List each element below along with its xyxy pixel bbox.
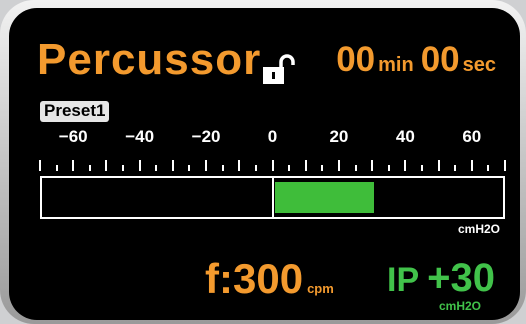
scale-tick [105,160,108,171]
frequency-unit: cpm [307,281,334,296]
scale-tick [39,160,41,171]
scale-tick [337,160,340,171]
scale-tick [221,165,224,171]
scale-tick [470,160,473,171]
timer-minutes-unit: min [378,54,414,76]
scale-tick [371,160,374,171]
scale-tick-label: 60 [462,127,482,146]
pressure-bar [40,176,505,219]
device-screen: Percussor 00 min 00 sec Preset1 −60 −40 −2… [9,8,520,320]
scale-tick [304,160,307,171]
pressure-scale: −60 −40 −20 0 20 40 60 [9,128,520,176]
scale-tick [420,165,423,171]
ip-value: +30 [427,256,495,300]
scale-tick [205,160,208,171]
scale-tick [387,165,390,171]
scale-tick [404,160,407,171]
timer-seconds: 00 [420,40,460,79]
frequency-readout: f:300 cpm [205,258,334,300]
mode-title: Percussor [37,35,262,84]
scale-tick [504,160,506,171]
scale-tick [155,165,158,171]
scale-tick-label: 20 [329,127,349,146]
pressure-bar-unit: cmH2O [457,222,500,236]
scale-tick [288,165,291,171]
scale-tick [171,160,174,171]
preset-badge[interactable]: Preset1 [40,101,110,122]
scale-tick [454,165,457,171]
scale-tick-label: 0 [267,127,278,146]
ip-readout: IP +30 [387,258,495,298]
scale-tick [88,165,91,171]
scale-tick [238,160,241,171]
pressure-zero-line [271,178,274,217]
scale-tick [188,165,191,171]
frequency-value: f:300 [205,255,304,302]
scale-tick-label: −40 [125,127,155,146]
timer-seconds-unit: sec [462,54,496,76]
timer-minutes: 00 [336,40,376,79]
scale-tick-label: −60 [58,127,88,146]
scale-tick [271,160,274,171]
unlocked-padlock-icon[interactable] [261,54,295,86]
scale-tick [122,165,125,171]
session-timer: 00 min 00 sec [336,42,500,77]
ip-label: IP [387,261,420,299]
scale-tick-label: 40 [395,127,415,146]
scale-tick [437,160,440,171]
pressure-bar-fill [274,182,375,213]
scale-tick [487,165,490,171]
scale-tick [55,165,58,171]
scale-tick [254,165,257,171]
scale-tick [354,165,357,171]
scale-tick [72,160,75,171]
scale-tick [138,160,141,171]
scale-tick-label: −20 [191,127,221,146]
scale-tick [321,165,324,171]
ip-unit: cmH2O [439,299,482,313]
